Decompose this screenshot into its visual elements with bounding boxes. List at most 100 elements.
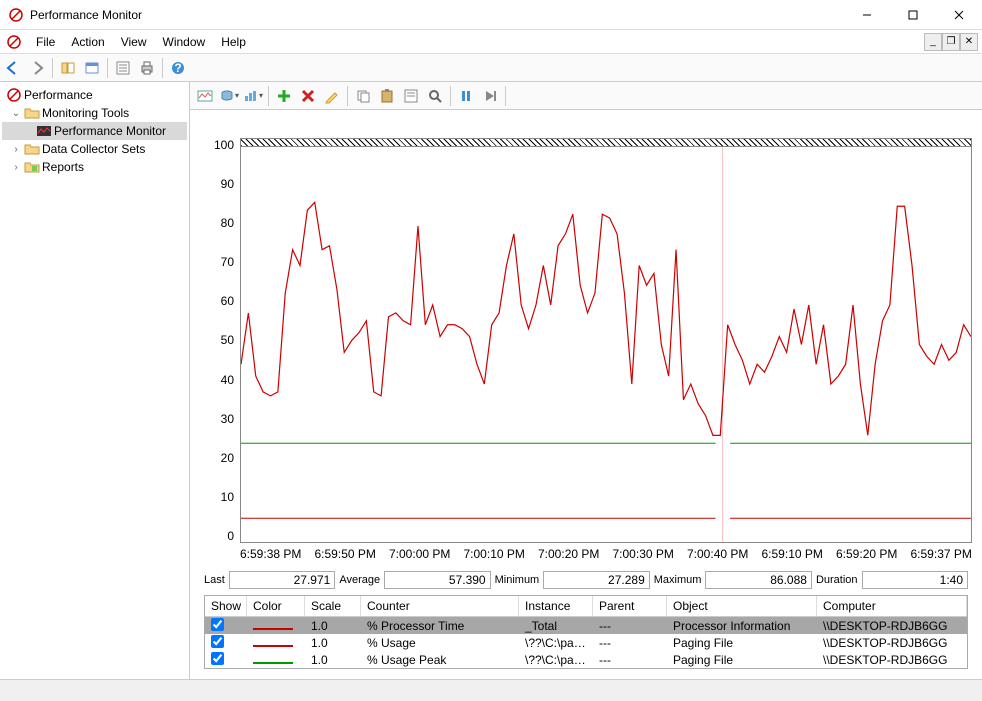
tree-dcs-label: Data Collector Sets bbox=[42, 142, 145, 156]
view-log-data-button[interactable]: ▾ bbox=[218, 85, 240, 107]
properties-graph-button[interactable] bbox=[400, 85, 422, 107]
show-hide-tree-button[interactable] bbox=[57, 57, 79, 79]
tree-performance-monitor[interactable]: Performance Monitor bbox=[2, 122, 187, 140]
forward-button[interactable] bbox=[26, 57, 48, 79]
tree-perfmon-label: Performance Monitor bbox=[54, 124, 166, 138]
freeze-display-button[interactable] bbox=[455, 85, 477, 107]
content-pane: ▾ ▾ 1009080706050403020100 bbox=[190, 82, 982, 679]
col-computer[interactable]: Computer bbox=[817, 596, 967, 616]
counter-cell: % Usage Peak bbox=[361, 652, 519, 668]
x-axis: 6:59:38 PM6:59:50 PM7:00:00 PM7:00:10 PM… bbox=[240, 543, 972, 561]
computer-cell: \\DESKTOP-RDJB6GG bbox=[817, 618, 967, 634]
menubar: File Action View Window Help _ ❐ ✕ bbox=[0, 30, 982, 54]
chart-area: 1009080706050403020100 6:59:38 PM6:59:50… bbox=[190, 110, 982, 679]
show-checkbox[interactable] bbox=[211, 635, 224, 648]
zoom-button[interactable] bbox=[424, 85, 446, 107]
mdi-minimize-button[interactable]: _ bbox=[924, 33, 942, 51]
perf-root-icon bbox=[6, 87, 22, 103]
instance-cell: \??\C:\pag... bbox=[519, 635, 593, 651]
mmc-icon bbox=[6, 34, 22, 50]
paste-button[interactable] bbox=[376, 85, 398, 107]
menu-view[interactable]: View bbox=[113, 31, 155, 53]
titlebar: Performance Monitor bbox=[0, 0, 982, 30]
minimize-button[interactable] bbox=[844, 0, 890, 30]
scale-cell: 1.0 bbox=[305, 652, 361, 668]
col-color[interactable]: Color bbox=[247, 596, 305, 616]
graph-toolbar: ▾ ▾ bbox=[190, 82, 982, 110]
stats-row: Last 27.971 Average 57.390 Minimum 27.28… bbox=[204, 571, 968, 589]
counters-header[interactable]: Show Color Scale Counter Instance Parent… bbox=[205, 596, 967, 617]
col-object[interactable]: Object bbox=[667, 596, 817, 616]
close-button[interactable] bbox=[936, 0, 982, 30]
delete-counter-button[interactable] bbox=[297, 85, 319, 107]
counter-row[interactable]: 1.0 % Processor Time _Total --- Processo… bbox=[205, 617, 967, 634]
col-counter[interactable]: Counter bbox=[361, 596, 519, 616]
back-button[interactable] bbox=[2, 57, 24, 79]
color-swatch bbox=[253, 662, 293, 664]
maximize-button[interactable] bbox=[890, 0, 936, 30]
navigation-tree[interactable]: Performance ⌄ Monitoring Tools Performan… bbox=[0, 82, 190, 679]
menu-help[interactable]: Help bbox=[213, 31, 254, 53]
menu-window[interactable]: Window bbox=[155, 31, 214, 53]
mdi-restore-button[interactable]: ❐ bbox=[942, 33, 960, 51]
col-show[interactable]: Show bbox=[205, 596, 247, 616]
col-parent[interactable]: Parent bbox=[593, 596, 667, 616]
col-scale[interactable]: Scale bbox=[305, 596, 361, 616]
tree-monitoring-label: Monitoring Tools bbox=[42, 106, 129, 120]
expander-icon[interactable]: › bbox=[10, 144, 22, 155]
show-checkbox[interactable] bbox=[211, 618, 224, 631]
change-graph-type-button[interactable]: ▾ bbox=[242, 85, 264, 107]
duration-label: Duration bbox=[816, 574, 858, 586]
app-icon bbox=[8, 7, 24, 23]
mdi-window-controls: _ ❐ ✕ bbox=[924, 33, 978, 51]
tree-root-performance[interactable]: Performance bbox=[2, 86, 187, 104]
counter-row[interactable]: 1.0 % Usage \??\C:\pag... --- Paging Fil… bbox=[205, 634, 967, 651]
show-checkbox[interactable] bbox=[211, 652, 224, 665]
statusbar bbox=[0, 679, 982, 701]
expander-icon[interactable]: ⌄ bbox=[10, 108, 22, 119]
object-cell: Processor Information bbox=[667, 618, 817, 634]
chart-plot[interactable] bbox=[240, 138, 972, 543]
counters-list[interactable]: Show Color Scale Counter Instance Parent… bbox=[204, 595, 968, 669]
add-counter-button[interactable] bbox=[273, 85, 295, 107]
reports-icon bbox=[24, 159, 40, 175]
instance-cell: \??\C:\pag... bbox=[519, 652, 593, 668]
print-button[interactable] bbox=[136, 57, 158, 79]
window-title: Performance Monitor bbox=[30, 8, 844, 22]
folder-icon bbox=[24, 141, 40, 157]
view-current-activity-button[interactable] bbox=[194, 85, 216, 107]
duration-value: 1:40 bbox=[862, 571, 969, 589]
update-data-button[interactable] bbox=[479, 85, 501, 107]
tree-root-label: Performance bbox=[24, 88, 93, 102]
y-axis: 1009080706050403020100 bbox=[200, 138, 240, 543]
tree-monitoring-tools[interactable]: ⌄ Monitoring Tools bbox=[2, 104, 187, 122]
parent-cell: --- bbox=[593, 652, 667, 668]
color-swatch bbox=[253, 645, 293, 647]
color-swatch bbox=[253, 628, 293, 630]
help-button[interactable]: ? bbox=[167, 57, 189, 79]
counter-row[interactable]: 1.0 % Usage Peak \??\C:\pag... --- Pagin… bbox=[205, 651, 967, 668]
average-label: Average bbox=[339, 574, 380, 586]
tree-data-collector-sets[interactable]: › Data Collector Sets bbox=[2, 140, 187, 158]
copy-button[interactable] bbox=[352, 85, 374, 107]
computer-cell: \\DESKTOP-RDJB6GG bbox=[817, 635, 967, 651]
object-cell: Paging File bbox=[667, 652, 817, 668]
folder-icon bbox=[24, 105, 40, 121]
expander-icon[interactable]: › bbox=[10, 162, 22, 173]
last-value: 27.971 bbox=[229, 571, 336, 589]
properties-button[interactable] bbox=[112, 57, 134, 79]
menu-file[interactable]: File bbox=[28, 31, 63, 53]
maximum-label: Maximum bbox=[654, 574, 702, 586]
main-toolbar: ? bbox=[0, 54, 982, 82]
mdi-close-button[interactable]: ✕ bbox=[960, 33, 978, 51]
scale-cell: 1.0 bbox=[305, 635, 361, 651]
highlight-button[interactable] bbox=[321, 85, 343, 107]
tree-reports[interactable]: › Reports bbox=[2, 158, 187, 176]
minimum-label: Minimum bbox=[495, 574, 540, 586]
svg-text:?: ? bbox=[174, 61, 181, 75]
scale-cell: 1.0 bbox=[305, 618, 361, 634]
show-hide-console-button[interactable] bbox=[81, 57, 103, 79]
col-instance[interactable]: Instance bbox=[519, 596, 593, 616]
menu-action[interactable]: Action bbox=[63, 31, 112, 53]
minimum-value: 27.289 bbox=[543, 571, 650, 589]
